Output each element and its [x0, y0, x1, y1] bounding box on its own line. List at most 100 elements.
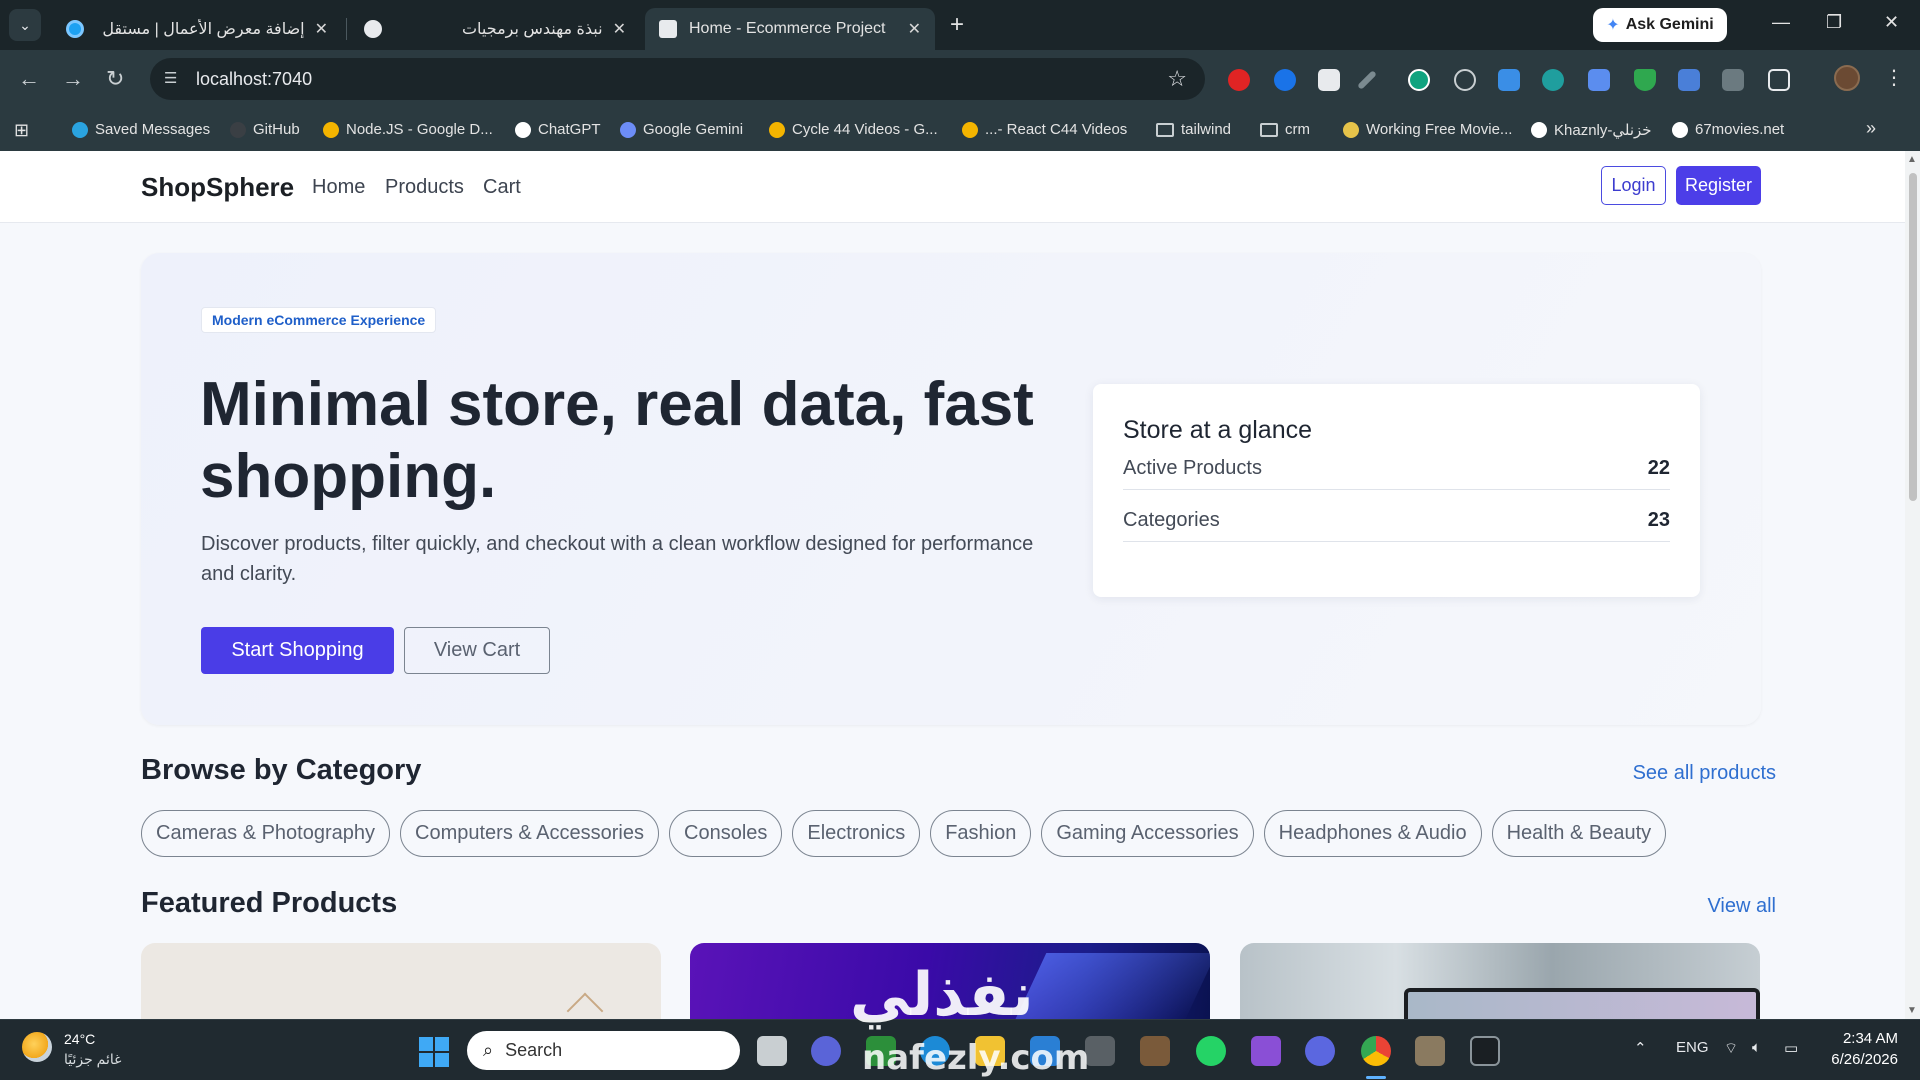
nav-cart[interactable]: Cart [483, 176, 521, 199]
category-chip[interactable]: Gaming Accessories [1041, 810, 1254, 857]
product-card-image[interactable] [141, 943, 661, 1019]
start-shopping-button[interactable]: Start Shopping [201, 627, 394, 674]
game-app-icon[interactable] [1140, 1036, 1170, 1066]
bookmark-star-icon[interactable]: ☆ [1167, 66, 1187, 92]
see-all-products-link[interactable]: See all products [1633, 762, 1776, 785]
reload-icon[interactable]: ↻ [106, 64, 124, 94]
volume-icon[interactable]: 🔈︎ [1752, 1039, 1761, 1056]
extension-react-icon[interactable] [1454, 69, 1476, 91]
ask-gemini-button[interactable]: ✦ Ask Gemini [1593, 8, 1727, 42]
extensions-puzzle-icon[interactable] [1768, 69, 1790, 91]
file-explorer-icon[interactable] [975, 1036, 1005, 1066]
bookmark-item[interactable]: ChatGPT [515, 121, 601, 138]
scroll-up-icon[interactable]: ▲ [1907, 154, 1917, 165]
login-button[interactable]: Login [1601, 166, 1666, 205]
close-tab-icon[interactable]: ✕ [613, 19, 626, 39]
view-all-link[interactable]: View all [1707, 895, 1776, 918]
extension-translate-icon[interactable] [1678, 69, 1700, 91]
tab-search-chevron-icon[interactable]: ⌄ [9, 9, 41, 41]
restore-icon[interactable]: ❐ [1826, 12, 1842, 33]
back-arrow-icon[interactable]: ← [18, 64, 40, 94]
category-chip[interactable]: Electronics [792, 810, 921, 857]
category-chip[interactable]: Consoles [669, 810, 783, 857]
wifi-icon[interactable]: ⌔ [1724, 1039, 1738, 1058]
page-scrollbar[interactable]: ▲ ▼ [1905, 151, 1920, 1019]
bookmark-item[interactable]: tailwind [1156, 121, 1231, 138]
extension-chatgpt-icon[interactable] [1408, 69, 1430, 91]
close-window-icon[interactable]: ✕ [1884, 12, 1899, 33]
clock-time[interactable]: 2:34 AM [1838, 1030, 1898, 1047]
store-icon[interactable] [866, 1036, 896, 1066]
gta-game-icon[interactable] [1085, 1036, 1115, 1066]
extension-fi-icon[interactable] [1498, 69, 1520, 91]
teams-icon[interactable] [1305, 1036, 1335, 1066]
forward-arrow-icon[interactable]: → [62, 64, 84, 94]
bookmark-item[interactable]: Khaznly-خزنلي [1531, 121, 1652, 139]
menu-kebab-icon[interactable]: ⋮ [1884, 65, 1904, 90]
weather-condition[interactable]: غائم جزئيًا [64, 1051, 121, 1068]
chrome-icon[interactable] [1361, 1036, 1391, 1066]
tab-bio[interactable]: نبذة مهندس برمجيات ✕ [350, 8, 640, 50]
category-chip[interactable]: Headphones & Audio [1263, 810, 1482, 857]
site-info-icon[interactable]: ☰ [164, 69, 177, 87]
more-bookmarks-icon[interactable]: » [1866, 118, 1876, 139]
bookmark-item[interactable]: Working Free Movie... [1343, 121, 1512, 138]
extension-screen-icon[interactable] [1542, 69, 1564, 91]
extension-eyedropper-icon[interactable] [1357, 70, 1377, 90]
extension-t-icon[interactable] [1318, 69, 1340, 91]
nav-products[interactable]: Products [385, 176, 464, 199]
edge-icon[interactable] [920, 1036, 950, 1066]
extension-grid-icon[interactable] [1722, 69, 1744, 91]
profile-avatar[interactable] [1834, 65, 1860, 91]
bookmark-item[interactable]: Saved Messages [72, 121, 210, 138]
extension-docs-icon[interactable] [1588, 69, 1610, 91]
url-text[interactable]: localhost:7040 [196, 69, 312, 90]
category-chip[interactable]: Computers & Accessories [400, 810, 659, 857]
brand-logo[interactable]: ShopSphere [141, 172, 294, 203]
address-bar[interactable]: ☰ localhost:7040 ☆ [150, 58, 1205, 100]
product-card-image[interactable] [1240, 943, 1760, 1019]
scroll-down-icon[interactable]: ▼ [1907, 1005, 1917, 1016]
bookmark-item[interactable]: 67movies.net [1672, 121, 1784, 138]
input-language[interactable]: ENG [1676, 1039, 1709, 1056]
taskbar-search[interactable]: ⌕ Search [467, 1031, 740, 1070]
whatsapp-icon[interactable] [1196, 1036, 1226, 1066]
bookmark-item[interactable]: Node.JS - Google D... [323, 121, 493, 138]
glance-label: Active Products [1123, 457, 1262, 479]
apps-grid-icon[interactable]: ⊞ [14, 120, 29, 141]
product-card-image[interactable] [690, 943, 1210, 1019]
battery-icon[interactable]: ▭ [1784, 1039, 1798, 1057]
extension-adblock-icon[interactable] [1228, 69, 1250, 91]
bookmark-item[interactable]: crm [1260, 121, 1310, 138]
nav-home[interactable]: Home [312, 176, 365, 199]
visual-studio-icon[interactable] [1251, 1036, 1281, 1066]
category-chip[interactable]: Cameras & Photography [141, 810, 391, 857]
close-tab-icon[interactable]: ✕ [315, 19, 328, 39]
terminal-icon[interactable] [1470, 1036, 1500, 1066]
extension-shazam-icon[interactable] [1274, 69, 1296, 91]
windows-start-icon[interactable] [419, 1037, 449, 1067]
minimize-icon[interactable]: — [1772, 12, 1790, 33]
tab-mostaql[interactable]: إضافة معرض الأعمال | مستقل ✕ [52, 8, 342, 50]
vscode-icon[interactable] [1030, 1036, 1060, 1066]
bookmark-item[interactable]: ...- React C44 Videos [962, 121, 1127, 138]
tab-home-ecommerce[interactable]: Home - Ecommerce Project ✕ [645, 8, 935, 50]
clock-date[interactable]: 6/26/2026 [1818, 1051, 1898, 1068]
close-tab-icon[interactable]: ✕ [908, 19, 921, 39]
tray-chevron-icon[interactable]: ⌃ [1634, 1039, 1647, 1057]
bookmark-item[interactable]: Google Gemini [620, 121, 743, 138]
category-chip[interactable]: Health & Beauty [1491, 810, 1667, 857]
new-tab-button[interactable]: + [950, 12, 964, 38]
task-view-icon[interactable] [757, 1036, 787, 1066]
scrollbar-thumb[interactable] [1909, 173, 1917, 501]
category-chip[interactable]: Fashion [930, 810, 1032, 857]
bookmark-item[interactable]: Cycle 44 Videos - G... [769, 121, 938, 138]
game-app-icon[interactable] [1415, 1036, 1445, 1066]
register-button[interactable]: Register [1676, 166, 1761, 205]
weather-icon[interactable] [22, 1032, 52, 1062]
bookmark-item[interactable]: GitHub [230, 121, 300, 138]
teams-meet-icon[interactable] [811, 1036, 841, 1066]
weather-temperature[interactable]: 24°C [64, 1031, 95, 1047]
view-cart-button[interactable]: View Cart [404, 627, 550, 674]
extension-shield-icon[interactable] [1634, 69, 1656, 91]
